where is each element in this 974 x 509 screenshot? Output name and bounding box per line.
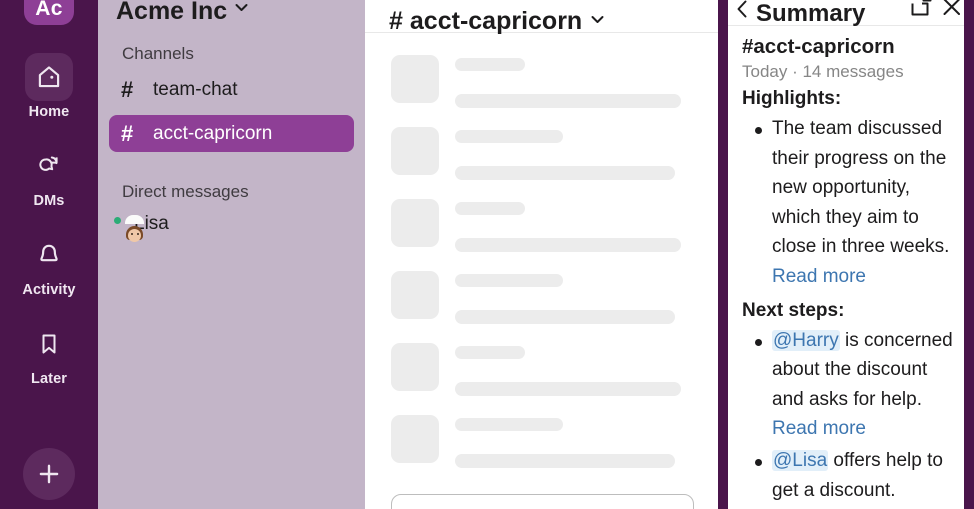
placeholder-lines (455, 271, 698, 324)
placeholder-lines (455, 415, 698, 468)
open-in-new-icon[interactable] (911, 0, 932, 25)
plus-icon (39, 464, 59, 484)
read-more-link[interactable]: Read more (772, 418, 866, 439)
summary-channel-name: #acct-capricorn (742, 35, 895, 58)
sidebar-item-label-acct-capricorn: acct-capricorn (153, 122, 273, 144)
channel-header: # acct-capricorn (365, 0, 718, 35)
chevron-left-icon[interactable] (736, 0, 748, 25)
list-item: @Harry is concerned about the discount a… (742, 326, 960, 444)
read-more-link[interactable]: Read more (772, 266, 866, 287)
next-steps-list: @Harry is concerned about the discount a… (742, 326, 960, 506)
summary-title: Summary (756, 0, 866, 27)
hash-icon: # (389, 7, 403, 35)
placeholder-name-bar (455, 418, 563, 431)
message-placeholder-row (365, 199, 718, 252)
chevron-down-icon[interactable] (235, 0, 248, 22)
message-placeholder-row (365, 415, 718, 468)
summary-header: Summary (728, 0, 974, 26)
page-title[interactable]: # acct-capricorn (389, 5, 604, 35)
message-list (365, 33, 718, 468)
rail-item-later[interactable]: Later (0, 320, 98, 387)
message-placeholder-row (365, 55, 718, 108)
placeholder-lines (455, 343, 698, 396)
presence-online-indicator (112, 215, 123, 226)
placeholder-text-bar (455, 382, 681, 396)
message-pane: # acct-capricorn (365, 0, 718, 509)
window-right-edge (964, 0, 974, 509)
placeholder-name-bar (455, 202, 525, 215)
sidebar-item-acct-capricorn[interactable]: # acct-capricorn (109, 115, 354, 152)
highlight-text: The team discussed their progress on the… (772, 118, 950, 258)
hash-icon: # (121, 76, 134, 102)
next-steps-heading: Next steps: (742, 299, 845, 321)
dms-icon (39, 156, 58, 171)
highlights-heading: Highlights: (742, 88, 842, 109)
new-item-button[interactable] (23, 448, 75, 500)
placeholder-text-bar (455, 238, 681, 252)
pane-divider (718, 0, 728, 509)
highlights-list: The team discussed their progress on the… (742, 114, 960, 292)
bell-icon (40, 244, 58, 262)
placeholder-avatar (391, 127, 439, 175)
bookmark-icon-box (25, 320, 73, 368)
placeholder-name-bar (455, 130, 563, 143)
mention-lisa[interactable]: @Lisa (772, 449, 829, 471)
workspace-rail: Ac Home DMs Activity Later (0, 0, 98, 509)
placeholder-avatar (391, 271, 439, 319)
rail-label-activity: Activity (22, 282, 76, 298)
placeholder-lines (455, 55, 698, 108)
chevron-down-icon[interactable] (591, 5, 604, 32)
channels-section-label: Channels (122, 44, 194, 63)
workspace-badge-label: Ac (35, 0, 63, 20)
list-item: @Lisa offers help to get a discount. (742, 446, 960, 505)
summary-meta: Today · 14 messages (742, 62, 904, 81)
placeholder-avatar (391, 55, 439, 103)
placeholder-lines (455, 127, 698, 180)
sidebar-item-team-chat[interactable]: # team-chat (109, 71, 354, 108)
placeholder-avatar (391, 415, 439, 463)
home-icon (38, 66, 60, 88)
rail-label-home: Home (28, 104, 70, 120)
placeholder-text-bar (455, 310, 675, 324)
workspace-badge[interactable]: Ac (24, 0, 74, 25)
channel-sidebar: Acme Inc Channels # team-chat # acct-cap… (98, 0, 365, 509)
slack-window: Ac Home DMs Activity Later Acme Inc Chan… (0, 0, 974, 509)
home-icon-box (25, 53, 73, 101)
rail-label-later: Later (31, 371, 67, 387)
sidebar-item-label-team-chat: team-chat (153, 78, 238, 100)
new-item-wrap (0, 448, 98, 500)
mention-harry[interactable]: @Harry (772, 329, 840, 351)
list-item: The team discussed their progress on the… (742, 114, 960, 292)
close-icon[interactable] (942, 0, 962, 25)
placeholder-text-bar (455, 94, 681, 108)
message-placeholder-row (365, 127, 718, 180)
summary-panel: Summary #acct-capricorn Today · 14 messa… (728, 0, 974, 509)
workspace-title: Acme Inc (116, 0, 228, 25)
placeholder-name-bar (455, 58, 525, 71)
placeholder-name-bar (455, 274, 563, 287)
summary-body: #acct-capricorn Today · 14 messages High… (728, 26, 974, 505)
message-composer[interactable] (391, 494, 694, 509)
message-placeholder-row (365, 271, 718, 324)
bookmark-icon (42, 334, 56, 354)
bell-icon-box (25, 231, 73, 279)
rail-label-dms: DMs (33, 193, 65, 209)
workspace-header[interactable]: Acme Inc (98, 0, 365, 25)
channel-title-label: acct-capricorn (409, 7, 583, 35)
placeholder-name-bar (455, 346, 525, 359)
sidebar-item-dm-lisa[interactable]: Lisa (109, 206, 354, 242)
message-placeholder-row (365, 343, 718, 396)
dms-icon-box (25, 142, 73, 190)
placeholder-avatar (391, 343, 439, 391)
rail-item-dms[interactable]: DMs (0, 142, 98, 209)
rail-item-home[interactable]: Home (0, 53, 98, 120)
placeholder-text-bar (455, 166, 675, 180)
placeholder-text-bar (455, 454, 675, 468)
placeholder-avatar (391, 199, 439, 247)
hash-icon: # (121, 120, 134, 146)
rail-item-activity[interactable]: Activity (0, 231, 98, 298)
dms-section-label: Direct messages (122, 182, 249, 201)
placeholder-lines (455, 199, 698, 252)
